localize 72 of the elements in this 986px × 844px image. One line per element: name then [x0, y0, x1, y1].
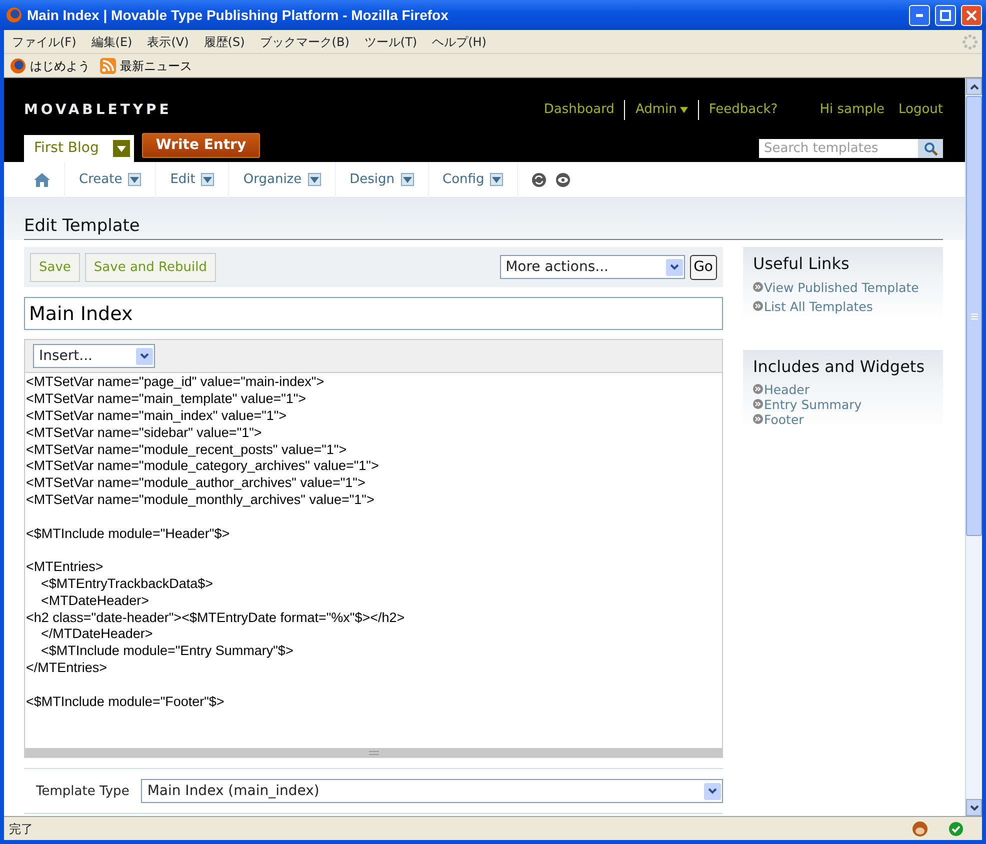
write-entry-button[interactable]: Write Entry — [142, 133, 260, 158]
chevron-down-icon — [708, 788, 717, 794]
caret-icon — [680, 106, 688, 113]
logo[interactable]: MOVABLETYPE — [24, 100, 172, 120]
chevron-circle-icon — [753, 384, 763, 394]
home-link[interactable] — [34, 162, 65, 198]
chevron-circle-icon — [753, 301, 763, 312]
sidebar-link[interactable]: Entry Summary — [753, 396, 933, 412]
top-nav-link[interactable]: Admin — [625, 100, 698, 120]
logout-link[interactable]: Logout — [888, 100, 943, 120]
feed-icon — [100, 58, 116, 74]
blog-selector[interactable]: First Blog — [24, 135, 134, 162]
more-actions-select[interactable]: More actions... — [500, 255, 685, 280]
chevron-down-icon — [970, 804, 978, 810]
scroll-up-button[interactable] — [966, 78, 982, 95]
maximize-button[interactable] — [935, 4, 956, 26]
caret-icon — [492, 176, 502, 182]
widget-title: Includes and Widgets — [743, 350, 943, 380]
throbber-icon — [962, 34, 978, 50]
menu-item[interactable]: 編集(E) — [85, 32, 142, 50]
home-icon — [34, 172, 50, 186]
minimize-icon — [916, 14, 923, 16]
top-nav-link[interactable]: Feedback? — [698, 100, 788, 120]
close-icon — [966, 10, 977, 20]
menu-item[interactable]: 履歴(S) — [198, 32, 254, 50]
window-title: Main Index | Movable Type Publishing Platform - Mozilla Firefox — [27, 6, 450, 26]
sidebar-link[interactable]: Footer — [753, 412, 933, 427]
sidebar-link[interactable]: List All Templates — [753, 298, 933, 314]
caret-icon — [203, 176, 212, 182]
minimize-button[interactable] — [909, 4, 930, 26]
template-type-select[interactable]: Main Index (main_index) — [141, 779, 723, 804]
menu-item[interactable]: 表示(V) — [141, 32, 198, 50]
menu-item[interactable]: ファイル(F) — [6, 32, 86, 50]
firefox-icon — [6, 7, 22, 23]
menu-item[interactable]: ブックマーク(B) — [254, 32, 358, 50]
caret-icon — [130, 176, 140, 182]
check-icon — [948, 820, 964, 836]
search-field[interactable]: Search templates — [759, 139, 918, 158]
widget-title: Useful Links — [743, 247, 943, 278]
chevron-down-icon — [670, 264, 679, 270]
grip-icon — [970, 312, 978, 320]
go-button[interactable]: Go — [690, 254, 717, 280]
user-greeting: Hi sample — [818, 101, 886, 120]
top-nav-link[interactable]: Dashboard — [534, 100, 624, 120]
menu-item[interactable]: ヘルプ(H) — [426, 32, 496, 50]
close-button[interactable] — [961, 4, 982, 26]
maximize-icon — [940, 10, 951, 20]
caret-icon — [402, 176, 412, 182]
insert-select[interactable]: Insert... — [33, 344, 155, 368]
bookmark-link[interactable]: 最新ニュース — [100, 56, 192, 74]
scroll-down-button[interactable] — [966, 799, 982, 816]
refresh-icon[interactable] — [532, 172, 546, 186]
sidebar-link[interactable]: Header — [753, 382, 933, 397]
bookmark-link[interactable]: はじめよう — [10, 56, 90, 74]
field-label: Template Type — [36, 782, 130, 801]
caret-icon — [310, 176, 319, 182]
chevron-circle-icon — [753, 282, 763, 292]
eye-icon[interactable] — [556, 172, 570, 186]
chevron-up-icon — [970, 84, 978, 90]
sidebar-link[interactable]: View Published Template — [753, 280, 933, 295]
chevron-circle-icon — [753, 399, 763, 410]
chevron-down-icon — [140, 353, 149, 360]
menu-item[interactable]: ツール(T) — [358, 32, 426, 50]
scrollbar-thumb[interactable] — [966, 96, 982, 536]
caret-icon — [116, 146, 126, 152]
resize-handle-icon[interactable] — [368, 750, 378, 755]
search-icon — [924, 142, 938, 156]
template-name-field[interactable]: Main Index — [24, 297, 723, 330]
firefox-icon — [10, 58, 26, 74]
search-button[interactable] — [918, 139, 943, 158]
status-text: 完了 — [9, 820, 33, 838]
chevron-circle-icon — [753, 414, 763, 424]
